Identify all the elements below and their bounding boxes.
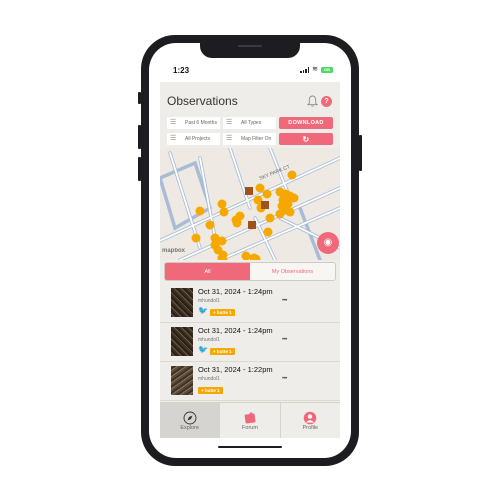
observation-marker[interactable] [241,251,251,261]
refresh-button[interactable]: ↻ [279,133,333,145]
observation-user: mhundol1 [198,298,220,304]
wifi-icon: ≋ [312,66,318,73]
observation-marker[interactable] [231,215,241,225]
observation-marker[interactable] [219,207,229,217]
observation-marker[interactable] [265,213,275,223]
observation-date: Oct 31, 2024 - 1:24pm [198,287,273,296]
signal-icon [300,67,310,73]
more-options-icon[interactable]: ••• [282,376,287,382]
observation-marker[interactable] [263,227,273,237]
tab-label: Forum [242,424,258,431]
notch [200,40,300,58]
phone-volume-up [138,125,141,149]
observation-marker[interactable] [275,209,285,219]
compass-icon [183,411,197,424]
observation-marker-square[interactable] [248,221,256,229]
profile-icon [304,411,317,424]
observation-thumbnail[interactable] [171,288,193,317]
segment-my-observations[interactable]: My Observations [250,263,335,280]
observation-marker[interactable] [285,207,295,217]
status-icons: ≋ GB [300,66,333,73]
bottom-tab-bar: Explore Forum Profile [160,402,340,438]
sliders-icon: ☰ [170,119,177,126]
tab-label: Profile [302,424,319,431]
projects-label: All Projects [185,136,211,142]
observation-marker-square[interactable] [245,187,253,195]
tab-forum[interactable]: Forum [220,403,281,438]
phone-power-button [359,135,362,171]
eye-toggle-icon[interactable]: ◉ [317,232,339,254]
observation-marker[interactable] [217,199,227,209]
observation-map[interactable]: SKY PARK CT mapbox ⌖ [160,148,340,260]
download-button[interactable]: DOWNLOAD [279,117,333,129]
more-options-icon[interactable]: ••• [282,298,287,304]
more-options-icon[interactable]: ••• [282,337,287,343]
list-item[interactable]: Oct 31, 2024 - 1:24pm mhundol1 ••• 🐦 + b… [160,284,340,323]
map-canvas[interactable]: SKY PARK CT [160,148,340,260]
observation-thumbnail[interactable] [171,366,193,395]
projects-filter[interactable]: ☰ All Projects [167,133,220,145]
forum-icon [244,411,256,424]
street-label: SKY PARK CT [259,164,291,182]
speaker [238,45,262,47]
observation-user: mhundol1 [198,376,220,382]
map-filter-label: Map Filter On [241,136,272,142]
observation-thumbnail[interactable] [171,327,193,356]
tab-explore[interactable]: Explore [160,403,221,438]
bird-icon: 🐦 [198,306,208,315]
phone-volume-down [138,157,141,181]
home-indicator[interactable] [218,446,282,448]
types-label: All Types [241,120,262,126]
page-title: Observations [167,94,238,108]
list-item[interactable]: Oct 31, 2024 - 1:22pm mhundol1 ••• + but… [160,362,340,401]
species-tag: + butte 1 [198,387,223,394]
tab-label: Explore [180,424,199,431]
observation-marker[interactable] [191,233,201,243]
tab-profile[interactable]: Profile [281,403,340,438]
sliders-icon: ☰ [170,135,177,142]
sliders-icon: ☰ [226,135,233,142]
observation-marker[interactable] [262,189,272,199]
battery-icon: GB [321,67,333,73]
observation-marker-square[interactable] [261,201,269,209]
observation-list: Oct 31, 2024 - 1:24pm mhundol1 ••• 🐦 + b… [160,284,340,401]
species-tag: + butte 1 [210,348,235,355]
observation-marker[interactable] [255,183,265,193]
time-range-filter[interactable]: ☰ Past 6 Months [167,117,220,129]
bell-icon[interactable] [307,95,318,107]
map-filter-toggle[interactable]: ☰ Map Filter On [223,133,276,145]
help-button[interactable]: ? [321,96,332,107]
status-time: 1:23 [173,66,190,75]
mapbox-attribution[interactable]: mapbox [162,248,185,254]
time-range-label: Past 6 Months [185,120,217,126]
observation-user: mhundol1 [198,337,220,343]
observation-date: Oct 31, 2024 - 1:22pm [198,365,273,374]
list-item[interactable]: Oct 31, 2024 - 1:24pm mhundol1 ••• 🐦 + b… [160,323,340,362]
observation-marker[interactable] [195,206,205,216]
observation-segment-control: All My Observations [164,262,336,281]
observation-date: Oct 31, 2024 - 1:24pm [198,326,273,335]
observation-marker[interactable] [205,220,215,230]
observation-marker[interactable] [287,170,297,180]
phone-mute-switch [138,92,141,104]
status-bar: 1:23 ≋ GB [149,62,351,80]
bird-icon: 🐦 [198,345,208,354]
sliders-icon: ☰ [226,119,233,126]
types-filter[interactable]: ☰ All Types [223,117,276,129]
segment-all[interactable]: All [165,263,250,280]
species-tag: + butte 1 [210,309,235,316]
app-screen: Observations ? ☰ Past 6 Months ☰ All Typ… [160,82,340,438]
